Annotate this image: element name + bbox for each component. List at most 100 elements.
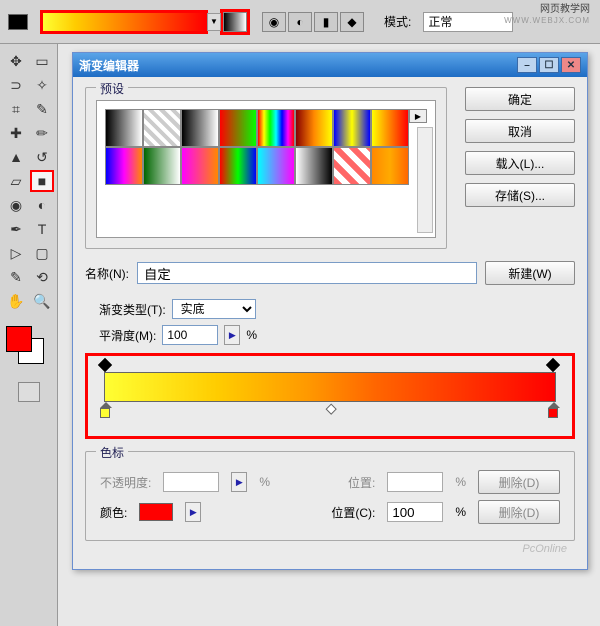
opacity-stop-track[interactable] bbox=[104, 366, 556, 370]
tool-preset-swatch[interactable] bbox=[8, 14, 28, 30]
preset-item[interactable] bbox=[371, 147, 409, 185]
dialog-button-column: 确定 取消 载入(L)... 存储(S)... bbox=[465, 87, 575, 261]
gradient-type-angle[interactable]: ◐ bbox=[288, 12, 312, 32]
dialog-titlebar[interactable]: 渐变编辑器 – ☐ ✕ bbox=[73, 53, 587, 77]
tool-shape[interactable]: ▢ bbox=[30, 242, 54, 264]
preset-item[interactable] bbox=[219, 109, 257, 147]
tool-move[interactable]: ✥ bbox=[4, 50, 28, 72]
cancel-button[interactable]: 取消 bbox=[465, 119, 575, 143]
tool-notes[interactable]: ✎ bbox=[4, 266, 28, 288]
preset-grid bbox=[105, 109, 427, 185]
stop-color-swatch[interactable] bbox=[139, 503, 173, 521]
gradient-type-row: 渐变类型(T): 实底 bbox=[99, 299, 575, 319]
tool-marquee[interactable]: ▭ bbox=[30, 50, 54, 72]
tool-eraser[interactable]: ▱ bbox=[4, 170, 28, 192]
preset-item[interactable] bbox=[257, 109, 295, 147]
smoothness-dropdown-icon[interactable]: ▶ bbox=[224, 325, 240, 345]
tool-type[interactable]: T bbox=[30, 218, 54, 240]
color-swatches bbox=[4, 326, 53, 372]
preset-scrollbar[interactable] bbox=[417, 127, 433, 233]
dialog-title: 渐变编辑器 bbox=[79, 57, 139, 74]
position-input-2[interactable] bbox=[387, 502, 443, 522]
preset-item[interactable] bbox=[181, 147, 219, 185]
gradient-picker[interactable]: ▼ bbox=[40, 10, 208, 34]
preset-item[interactable] bbox=[105, 147, 143, 185]
gradient-edit-area bbox=[85, 353, 575, 439]
tool-gradient[interactable]: ■ bbox=[30, 170, 54, 192]
tool-pen[interactable]: ✒ bbox=[4, 218, 28, 240]
delete-color-stop-button[interactable]: 删除(D) bbox=[478, 500, 560, 524]
gradient-type-radial[interactable]: ◉ bbox=[262, 12, 286, 32]
preset-item[interactable] bbox=[143, 147, 181, 185]
preset-item[interactable] bbox=[371, 109, 409, 147]
color-stop-left[interactable] bbox=[100, 408, 112, 422]
tool-stamp[interactable]: ▲ bbox=[4, 146, 28, 168]
position-label-1: 位置: bbox=[348, 474, 375, 491]
gradient-type-label: 渐变类型(T): bbox=[99, 301, 166, 318]
color-label: 颜色: bbox=[100, 504, 127, 521]
gradient-type-select[interactable]: 实底 bbox=[172, 299, 256, 319]
percent-label: % bbox=[455, 505, 466, 519]
opacity-label: 不透明度: bbox=[100, 474, 151, 491]
minimize-button[interactable]: – bbox=[517, 57, 537, 73]
tool-hand[interactable]: ✋ bbox=[4, 290, 28, 312]
preset-item[interactable] bbox=[333, 147, 371, 185]
opacity-dropdown-icon[interactable]: ▶ bbox=[231, 472, 247, 492]
opacity-input[interactable] bbox=[163, 472, 219, 492]
tool-zoom[interactable]: 🔍 bbox=[30, 290, 54, 312]
tool-eyedropper[interactable]: ✎ bbox=[30, 98, 54, 120]
name-label: 名称(N): bbox=[85, 265, 129, 282]
load-button[interactable]: 载入(L)... bbox=[465, 151, 575, 175]
ok-button[interactable]: 确定 bbox=[465, 87, 575, 111]
preset-item[interactable] bbox=[295, 109, 333, 147]
delete-opacity-stop-button[interactable]: 删除(D) bbox=[478, 470, 560, 494]
gradient-type-others: ◉ ◐ ▮ ◆ bbox=[262, 12, 364, 32]
gradient-midpoint[interactable] bbox=[326, 404, 337, 415]
preset-flyout-button[interactable]: ▶ bbox=[409, 109, 427, 123]
opacity-stop-right[interactable] bbox=[548, 360, 560, 370]
preset-item[interactable] bbox=[181, 109, 219, 147]
color-stop-track[interactable] bbox=[104, 402, 556, 418]
quick-mask-button[interactable] bbox=[18, 382, 40, 402]
tool-brush[interactable]: ✏ bbox=[30, 122, 54, 144]
tool-crop[interactable]: ⌗ bbox=[4, 98, 28, 120]
tool-lasso[interactable]: ⊃ bbox=[4, 74, 28, 96]
gradient-bar[interactable] bbox=[104, 372, 556, 402]
tool-wand[interactable]: ✧ bbox=[30, 74, 54, 96]
name-input[interactable] bbox=[137, 262, 477, 284]
new-button[interactable]: 新建(W) bbox=[485, 261, 575, 285]
smoothness-input[interactable] bbox=[162, 325, 218, 345]
position-input-1[interactable] bbox=[387, 472, 443, 492]
tool-dodge[interactable]: ◐ bbox=[30, 194, 54, 216]
color-dropdown-icon[interactable]: ▶ bbox=[185, 502, 201, 522]
quick-mask-row bbox=[4, 382, 53, 405]
tool-3d[interactable]: ⟲ bbox=[30, 266, 54, 288]
preset-item[interactable] bbox=[105, 109, 143, 147]
tool-history-brush[interactable]: ↺ bbox=[30, 146, 54, 168]
stops-group: 色标 不透明度: ▶ % 位置: % 删除(D) 颜色: ▶ 位置(C): % bbox=[85, 451, 575, 541]
tool-blur[interactable]: ◉ bbox=[4, 194, 28, 216]
watermark-bottom: PcOnline bbox=[522, 543, 567, 555]
opacity-stop-left[interactable] bbox=[100, 360, 112, 370]
mode-select[interactable]: 正常 bbox=[423, 12, 513, 32]
save-button[interactable]: 存储(S)... bbox=[465, 183, 575, 207]
gradient-picker-arrow[interactable]: ▼ bbox=[207, 13, 221, 31]
preset-item[interactable] bbox=[219, 147, 257, 185]
tool-healing[interactable]: ✚ bbox=[4, 122, 28, 144]
preset-item[interactable] bbox=[295, 147, 333, 185]
close-button[interactable]: ✕ bbox=[561, 57, 581, 73]
gradient-type-diamond[interactable]: ◆ bbox=[340, 12, 364, 32]
gradient-type-reflected[interactable]: ▮ bbox=[314, 12, 338, 32]
preset-item[interactable] bbox=[333, 109, 371, 147]
gradient-type-linear[interactable] bbox=[223, 12, 247, 32]
color-stop-right[interactable] bbox=[548, 408, 560, 422]
watermark-top: 网页教学网 WWW.WEBJX.COM bbox=[504, 4, 590, 26]
color-stop-row: 颜色: ▶ 位置(C): % 删除(D) bbox=[100, 500, 560, 524]
tool-path[interactable]: ▷ bbox=[4, 242, 28, 264]
stops-legend: 色标 bbox=[96, 444, 128, 461]
foreground-color-swatch[interactable] bbox=[6, 326, 32, 352]
preset-item[interactable] bbox=[257, 147, 295, 185]
preset-item[interactable] bbox=[143, 109, 181, 147]
maximize-button[interactable]: ☐ bbox=[539, 57, 559, 73]
tool-palette: ✥ ▭ ⊃ ✧ ⌗ ✎ ✚ ✏ ▲ ↺ ▱ ■ ◉ ◐ ✒ T ▷ ▢ ✎ ⟲ … bbox=[0, 44, 58, 626]
